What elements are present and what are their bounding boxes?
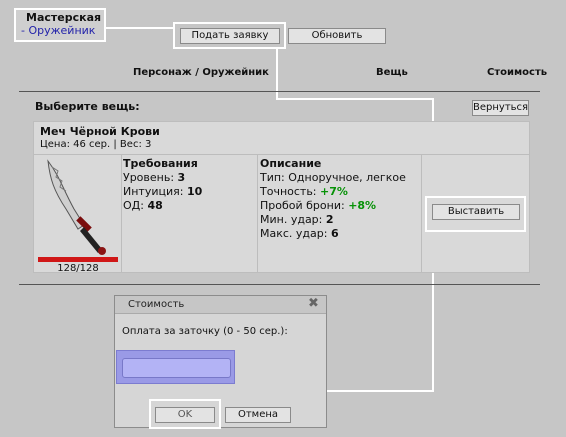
desc-min-hit-value: 2	[325, 213, 334, 226]
cost-input[interactable]	[122, 358, 231, 378]
req-level-value: 3	[177, 171, 186, 184]
divider	[19, 91, 540, 92]
req-od-value: 48	[147, 199, 163, 212]
sword-icon	[47, 159, 106, 255]
divider	[19, 284, 540, 285]
desc-type: Тип: Одноручное, легкое	[260, 171, 406, 184]
desc-min-hit-label: Мин. удар:	[260, 213, 326, 226]
back-button[interactable]: Вернуться	[472, 100, 529, 116]
close-icon[interactable]: ✖	[308, 296, 319, 311]
item-price-weight: Цена: 46 сер. | Вес: 3	[40, 139, 152, 150]
durability-bar	[38, 257, 118, 262]
connector-line	[106, 27, 173, 29]
dialog-title: Стоимость	[128, 299, 185, 310]
desc-armor-pierce: Пробой брони: +8%	[260, 199, 421, 213]
req-intuition: Интуиция: 10	[123, 185, 257, 199]
desc-armor-pierce-label: Пробой брони:	[260, 199, 349, 212]
req-level: Уровень: 3	[123, 171, 257, 185]
req-level-label: Уровень:	[123, 171, 178, 184]
desc-max-hit: Макс. удар: 6	[260, 227, 421, 241]
durability-text: 128/128	[57, 263, 99, 274]
desc-accuracy: Точность: +7%	[260, 185, 421, 199]
cancel-button[interactable]: Отмена	[225, 407, 291, 423]
description-heading: Описание	[260, 157, 322, 170]
item-name: Меч Чёрной Крови	[40, 125, 160, 138]
select-heading: Выберите вещь:	[35, 100, 140, 113]
requirements-heading: Требования	[123, 157, 198, 170]
ok-button[interactable]: OK	[155, 407, 215, 423]
desc-max-hit-value: 6	[330, 227, 339, 240]
req-od: ОД: 48	[123, 199, 257, 213]
column-header-character: Персонаж / Оружейник	[133, 67, 269, 78]
description-cell: Описание Тип: Одноручное, легкое Точност…	[258, 154, 422, 273]
dialog-titlebar: Стоимость ✖	[115, 296, 326, 314]
workshop-link-armorer[interactable]: - Оружейник	[21, 24, 95, 37]
column-header-item: Вещь	[376, 67, 408, 78]
workshop-title: Мастерская	[26, 11, 102, 24]
desc-accuracy-value: +7%	[320, 185, 348, 198]
refresh-button[interactable]: Обновить	[288, 28, 386, 44]
desc-armor-pierce-value: +8%	[348, 199, 377, 212]
item-image-cell: 128/128	[34, 154, 122, 274]
expose-button[interactable]: Выставить	[432, 204, 520, 220]
column-header-cost: Стоимость	[487, 67, 548, 78]
connector-line	[276, 98, 434, 100]
req-intuition-value: 10	[186, 185, 203, 198]
submit-request-button[interactable]: Подать заявку	[180, 28, 280, 44]
desc-accuracy-label: Точность:	[260, 185, 321, 198]
durability-bar-fill	[38, 257, 118, 262]
req-intuition-label: Интуиция:	[123, 185, 187, 198]
dialog-prompt: Оплата за заточку (0 - 50 сер.):	[122, 326, 288, 337]
req-od-label: ОД:	[123, 199, 148, 212]
requirements-cell: Требования Уровень: 3 Интуиция: 10 ОД: 4…	[122, 154, 258, 273]
desc-max-hit-label: Макс. удар:	[260, 227, 331, 240]
desc-min-hit: Мин. удар: 2	[260, 213, 421, 227]
